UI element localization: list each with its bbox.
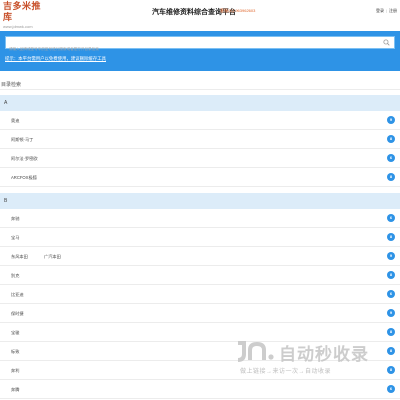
brand-row[interactable]: 奔腾 6 xyxy=(0,380,400,399)
letter-label: A xyxy=(4,100,8,106)
count-badge: 6 xyxy=(387,154,395,162)
divider xyxy=(0,89,400,90)
brand-name[interactable]: 东风本田 xyxy=(11,254,28,260)
brand-row[interactable]: 保时捷 9 xyxy=(0,304,400,323)
watermark-subtitle: 做上链接→来访一次→自动收录 xyxy=(240,369,332,375)
auth-links: 登录 | 注册 xyxy=(376,8,397,14)
brand-row[interactable]: 比亚迪 6 xyxy=(0,285,400,304)
watermark-title: 自动秒收录 xyxy=(279,345,369,364)
count-badge: 8 xyxy=(387,173,395,181)
site-logo[interactable]: 吉多米推库 www.jdmwk.com xyxy=(3,2,47,29)
brand-name[interactable]: 阿尔法·罗密欧 xyxy=(11,156,38,162)
contact-qq[interactable]: 客服QQ:963962603 xyxy=(220,8,255,14)
brand-name-secondary[interactable]: 广汽本田 xyxy=(44,254,61,260)
count-badge: 9 xyxy=(387,309,395,317)
link-divider: | xyxy=(385,8,387,13)
brand-name[interactable]: 奔驰 xyxy=(11,216,19,222)
brand-name[interactable]: 别克 xyxy=(11,273,19,279)
logo-url: www.jdmwk.com xyxy=(3,24,33,29)
count-badge: 9 xyxy=(387,116,395,124)
brand-row[interactable]: 宝马 8 xyxy=(0,228,400,247)
brand-name[interactable]: 阿斯顿·马丁 xyxy=(11,137,33,143)
brand-name[interactable]: 宝马 xyxy=(11,235,19,241)
login-link[interactable]: 登录 xyxy=(376,8,384,14)
count-badge: 6 xyxy=(387,385,395,393)
brand-row[interactable]: 东风本田 广汽本田 9 xyxy=(0,247,400,266)
letter-header-b: B xyxy=(0,193,400,209)
brand-row[interactable]: ARCFOX极狐 8 xyxy=(0,168,400,187)
brand-name[interactable]: 保时捷 xyxy=(11,311,24,317)
count-badge: 8 xyxy=(387,271,395,279)
directory-title: 目录检索 xyxy=(1,82,22,88)
top-header: 吉多米推库 www.jdmwk.com 汽车维修资料综合查询平台 客服QQ:96… xyxy=(0,0,400,29)
register-link[interactable]: 注册 xyxy=(389,8,397,14)
brand-name[interactable]: 奔腾 xyxy=(11,387,19,393)
letter-label: B xyxy=(4,198,8,204)
brand-name[interactable]: 比亚迪 xyxy=(11,292,24,298)
count-badge: 8 xyxy=(387,233,395,241)
search-icon[interactable] xyxy=(383,39,390,46)
brand-name[interactable]: 奔利 xyxy=(11,368,19,374)
brand-name[interactable]: ARCFOX极狐 xyxy=(11,175,37,181)
brand-name[interactable]: 标致 xyxy=(11,349,19,355)
count-badge: 6 xyxy=(387,290,395,298)
count-badge: 8 xyxy=(387,135,395,143)
search-band: 提示：本平台需用户以免费使用，建议删除缓存工具 xyxy=(0,31,400,71)
logo-text: 吉多米推库 xyxy=(3,2,42,23)
letter-header-a: A xyxy=(0,95,400,111)
brand-name[interactable]: 宝骏 xyxy=(11,330,19,336)
watermark-logo-icon xyxy=(237,341,274,362)
brand-name[interactable]: 奥迪 xyxy=(11,118,19,124)
count-badge: 9 xyxy=(387,252,395,260)
brand-row[interactable]: 阿尔法·罗密欧 6 xyxy=(0,149,400,168)
notice-link[interactable]: 提示：本平台需用户以免费使用，建议删除缓存工具 xyxy=(5,56,106,62)
search-input[interactable] xyxy=(6,43,376,55)
brand-row[interactable]: 奥迪 9 xyxy=(0,111,400,130)
count-badge: 6 xyxy=(387,214,395,222)
search-box xyxy=(5,36,395,55)
count-badge: 8 xyxy=(387,328,395,336)
brand-row[interactable]: 阿斯顿·马丁 8 xyxy=(0,130,400,149)
brand-row[interactable]: 别克 8 xyxy=(0,266,400,285)
watermark: 自动秒收录 做上链接→来访一次→自动收录 xyxy=(232,338,392,382)
brand-row[interactable]: 奔驰 6 xyxy=(0,209,400,228)
